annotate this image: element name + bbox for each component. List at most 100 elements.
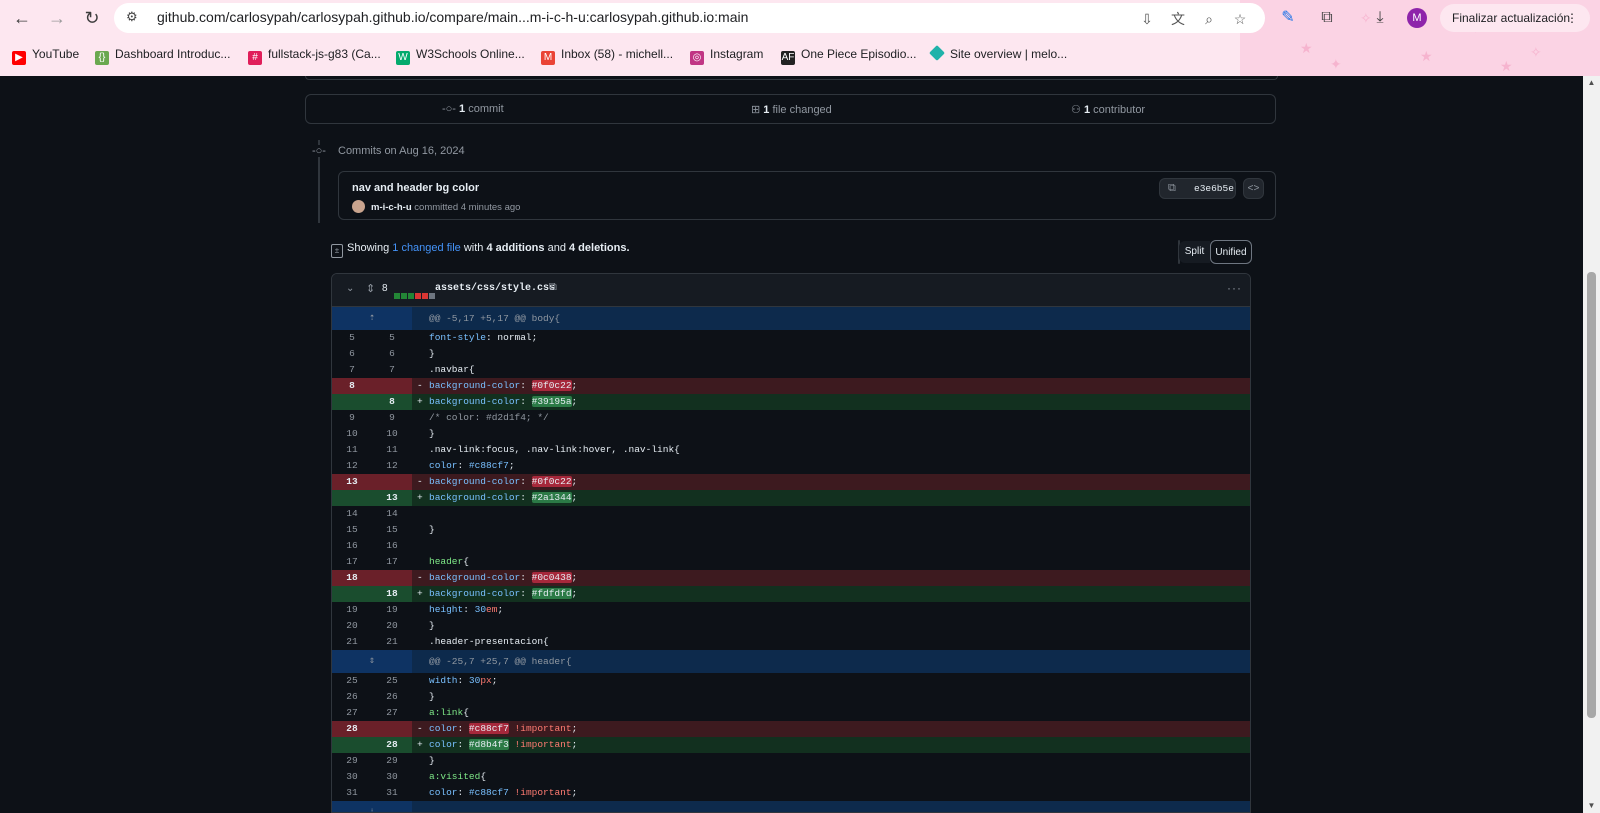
netlify-icon bbox=[929, 45, 945, 61]
url-text[interactable]: github.com/carlosypah/carlosypah.github.… bbox=[157, 9, 748, 25]
update-label: Finalizar actualización bbox=[1452, 11, 1571, 25]
diff-view-toggle: Split Unified bbox=[1178, 240, 1252, 264]
commit-item: nav and header bg color m-i-c-h-u commit… bbox=[338, 171, 1276, 220]
diff-line-deleted: 18- background-color: #0c0438; bbox=[332, 570, 1250, 586]
commit-sha-link[interactable]: e3e6b5e bbox=[1194, 183, 1234, 194]
address-bar[interactable]: ⚙ github.com/carlosypah/carlosypah.githu… bbox=[114, 3, 1265, 33]
youtube-icon: ▶ bbox=[12, 51, 26, 65]
diff-line-added: 8 + background-color: #39195a; bbox=[332, 394, 1250, 410]
expand-all-icon[interactable]: ⇕ bbox=[366, 282, 375, 295]
chevron-down-icon[interactable]: ⌄ bbox=[346, 283, 354, 294]
forward-icon[interactable]: → bbox=[47, 8, 67, 28]
diff-line: 31 31 color: #c88cf7 !important; bbox=[346, 787, 578, 798]
diff-line: 99 /* color: #d2d1f4; */ bbox=[349, 412, 549, 423]
contributors-tab[interactable]: ⚇ 1 contributor bbox=[1071, 103, 1145, 116]
diff-line: 20 20} bbox=[346, 620, 435, 631]
diff-line: 21 21 .header-presentacion{ bbox=[346, 636, 549, 647]
hunk-header: ⇡ @@ -5,17 +5,17 @@ body{ bbox=[332, 307, 1250, 330]
commits-date-header: Commits on Aug 16, 2024 bbox=[338, 145, 465, 157]
bookmarks-bar: ▶ YouTube {} Dashboard Introduc... # fullst… bbox=[0, 42, 1240, 66]
w3schools-icon: W bbox=[396, 51, 410, 65]
bookmark-slack[interactable]: # fullstack-js-g83 (Ca... bbox=[248, 46, 381, 65]
scroll-down-icon[interactable]: ▼ bbox=[1583, 799, 1600, 813]
author-link[interactable]: m-i-c-h-u bbox=[371, 202, 412, 213]
diff-stats: ± Showing 1 changed file with 4 additions… bbox=[331, 242, 630, 258]
profile-avatar[interactable]: M bbox=[1407, 8, 1427, 28]
expand-up-icon[interactable]: ⇡ bbox=[332, 307, 412, 330]
commit-meta: m-i-c-h-u committed 4 minutes ago bbox=[352, 200, 520, 213]
copy-icon[interactable]: ⧉ bbox=[1168, 182, 1176, 195]
author-avatar[interactable] bbox=[352, 200, 365, 213]
file-header: ⌄ ⇕ 8 assets/css/style.css ⧉ ··· bbox=[332, 274, 1250, 307]
expand-down-icon[interactable]: ⇣ bbox=[332, 801, 412, 812]
diff-line-added: 28 + color: #d8b4f3 !important; bbox=[332, 737, 1250, 753]
scroll-up-icon[interactable]: ▲ bbox=[1583, 76, 1600, 90]
previous-box-edge bbox=[305, 76, 1278, 80]
diffstat-add bbox=[401, 293, 407, 299]
diff-line-deleted: 28- color: #c88cf7 !important; bbox=[332, 721, 1250, 737]
commit-title-link[interactable]: nav and header bg color bbox=[352, 182, 479, 194]
diffstat-del bbox=[422, 293, 428, 299]
diff-line: 16 16 bbox=[346, 540, 398, 551]
update-button[interactable]: Finalizar actualización ⋮ bbox=[1440, 4, 1590, 32]
reload-icon[interactable]: ↻ bbox=[82, 8, 102, 28]
page-scrollbar[interactable]: ▲ ▼ bbox=[1583, 76, 1600, 813]
diffstat-add bbox=[408, 293, 414, 299]
back-icon[interactable]: ← bbox=[12, 8, 32, 28]
commit-icon: -○- bbox=[442, 103, 456, 115]
diff-line: 25 25 width: 30px; bbox=[346, 675, 498, 686]
bookmark-one-piece[interactable]: AF One Piece Episodio... bbox=[781, 46, 916, 65]
install-app-icon[interactable]: ⇩ bbox=[1138, 10, 1156, 28]
changes-count: 8 bbox=[382, 283, 388, 294]
dashboard-icon: {} bbox=[95, 51, 109, 65]
diff-line: 6 6} bbox=[349, 348, 435, 359]
split-view-button[interactable]: Split bbox=[1179, 241, 1210, 263]
copy-icon[interactable]: ⧉ bbox=[549, 281, 557, 294]
diff-line: 10 10} bbox=[346, 428, 435, 439]
diff-line: 26 26} bbox=[346, 691, 435, 702]
browse-code-icon[interactable]: <> bbox=[1243, 178, 1264, 199]
commits-tab[interactable]: -○- 1 commit bbox=[442, 103, 504, 115]
extension-pen-icon[interactable]: ✎ bbox=[1278, 8, 1298, 28]
diff-line: 29 29} bbox=[346, 755, 435, 766]
menu-dots-icon[interactable]: ⋮ bbox=[1566, 4, 1578, 32]
diff-line: 27 27 a:link{ bbox=[346, 707, 469, 718]
extensions-icon[interactable]: ⧉ bbox=[1317, 8, 1337, 28]
expand-both-icon[interactable]: ⇕ bbox=[332, 650, 412, 673]
diff-line: 55 font-style: normal; bbox=[349, 332, 538, 343]
diff-line-deleted: 8- background-color: #0f0c22; bbox=[332, 378, 1250, 394]
downloads-icon[interactable]: ⤓ bbox=[1370, 8, 1390, 28]
diff-line: 15 15} bbox=[346, 524, 435, 535]
bookmark-w3schools[interactable]: W W3Schools Online... bbox=[396, 46, 525, 65]
diff-lines: ⇡ @@ -5,17 +5,17 @@ body{ 55 font-style:… bbox=[332, 307, 1250, 812]
diffstat-bars bbox=[394, 286, 436, 304]
bookmark-star-icon[interactable]: ☆ bbox=[1231, 10, 1249, 28]
instagram-icon: ◎ bbox=[690, 51, 704, 65]
changed-files-link[interactable]: 1 changed file bbox=[392, 242, 461, 254]
commit-sha-group: ⧉ e3e6b5e bbox=[1159, 178, 1236, 199]
site-info-icon[interactable]: ⚙ bbox=[126, 9, 142, 25]
bookmark-youtube[interactable]: ▶ YouTube bbox=[12, 46, 79, 65]
zoom-icon[interactable]: ⌕ bbox=[1200, 10, 1218, 28]
diff-line: 14 14 bbox=[346, 508, 398, 519]
hunk-header-text: @@ -5,17 +5,17 @@ body{ bbox=[429, 313, 561, 324]
files-changed-tab[interactable]: ⊞ 1 file changed bbox=[751, 103, 832, 116]
bookmark-dashboard[interactable]: {} Dashboard Introduc... bbox=[95, 46, 230, 65]
bookmark-gmail[interactable]: M Inbox (58) - michell... bbox=[541, 46, 673, 65]
slack-icon: # bbox=[248, 51, 262, 65]
diff-line-deleted: 13- background-color: #0f0c22; bbox=[332, 474, 1250, 490]
more-options-icon[interactable]: ··· bbox=[1227, 281, 1242, 295]
bookmark-netlify[interactable]: Site overview | melo... bbox=[929, 45, 1067, 64]
bookmark-instagram[interactable]: ◎ Instagram bbox=[690, 46, 763, 65]
translate-icon[interactable]: 文 bbox=[1169, 10, 1187, 28]
browser-chrome: ✦★✧ ★✦✧ ★✦★ ← → ↻ ⚙ github.com/carlosypa… bbox=[0, 0, 1600, 76]
scrollbar-thumb[interactable] bbox=[1587, 272, 1596, 718]
diff-line-added: 13 + background-color: #2a1344; bbox=[332, 490, 1250, 506]
animeflv-icon: AF bbox=[781, 51, 795, 65]
file-name-link[interactable]: assets/css/style.css bbox=[435, 283, 555, 294]
diff-file: ⌄ ⇕ 8 assets/css/style.css ⧉ ··· ⇡ @@ -5… bbox=[331, 273, 1251, 813]
unified-view-button[interactable]: Unified bbox=[1210, 240, 1252, 264]
diffstat-add bbox=[394, 293, 400, 299]
compare-summary: -○- 1 commit ⊞ 1 file changed ⚇ 1 contri… bbox=[305, 94, 1276, 124]
diff-line: 17 17 header{ bbox=[346, 556, 469, 567]
